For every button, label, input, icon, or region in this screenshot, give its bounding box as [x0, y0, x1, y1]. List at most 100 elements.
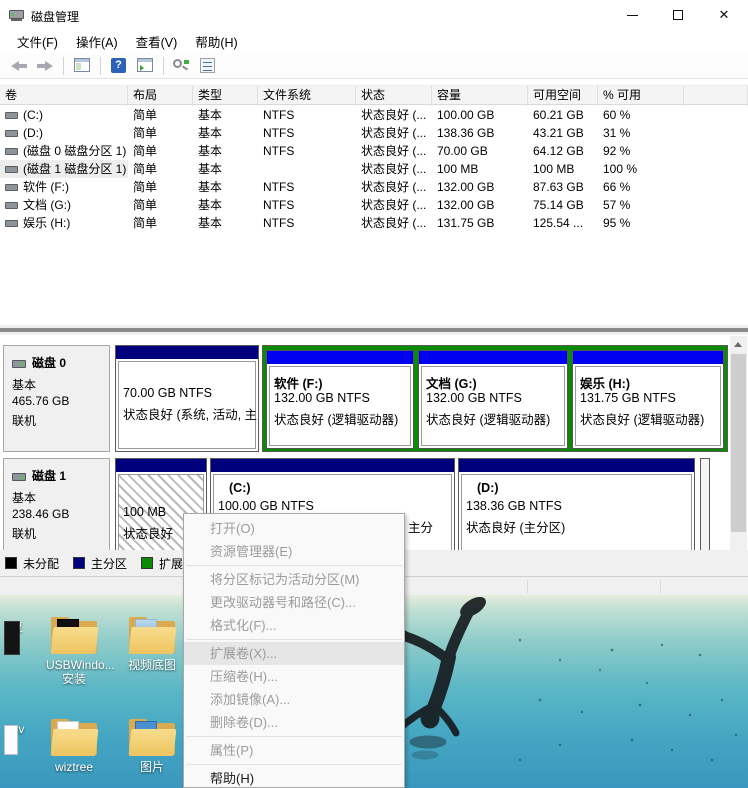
close-button[interactable]: ✕ — [701, 0, 747, 30]
menu-item-mark-active[interactable]: 将分区标记为活动分区(M) — [184, 568, 404, 591]
menu-file[interactable]: 文件(F) — [8, 29, 67, 54]
logical-drive-bar — [267, 351, 413, 364]
desktop-icon-wiztree[interactable]: wiztree — [46, 719, 102, 774]
menu-item-add-mirror[interactable]: 添加镜像(A)... — [184, 688, 404, 711]
primary-partition-bar — [211, 459, 454, 472]
document-icon — [4, 725, 18, 755]
menu-item-open[interactable]: 打开(O) — [184, 517, 404, 540]
toolbar-separator — [100, 57, 101, 75]
menu-item-extend-volume[interactable]: 扩展卷(X)... — [184, 642, 404, 665]
menu-item-format[interactable]: 格式化(F)... — [184, 614, 404, 637]
menu-item-shrink-volume[interactable]: 压缩卷(H)... — [184, 665, 404, 688]
menu-bar: 文件(F) 操作(A) 查看(V) 帮助(H) — [0, 30, 748, 53]
table-row-f[interactable]: 软件 (F:) 简单基本 NTFS状态良好 (... 132.00 GB87.6… — [0, 178, 748, 196]
partition-f[interactable]: 软件 (F:) 132.00 GB NTFS 状态良好 (逻辑驱动器) — [266, 350, 414, 449]
desktop-icon-label: 视频底图 — [124, 658, 180, 672]
console-tree-icon[interactable] — [71, 56, 93, 76]
desktop-icon-label: wiztree — [46, 760, 102, 774]
back-icon[interactable] — [8, 56, 30, 76]
table-row-g[interactable]: 文档 (G:) 简单基本 NTFS状态良好 (... 132.00 GB75.1… — [0, 196, 748, 214]
partition-context-menu: 打开(O) 资源管理器(E) 将分区标记为活动分区(M) 更改驱动器号和路径(C… — [183, 513, 405, 788]
logical-drive-bar — [419, 351, 567, 364]
desktop-icon-partial-left-1[interactable]: 复 — [0, 617, 36, 634]
extended-partition-frame: 软件 (F:) 132.00 GB NTFS 状态良好 (逻辑驱动器) 文档 (… — [262, 345, 728, 452]
volume-icon — [5, 220, 18, 227]
column-empty — [684, 86, 748, 106]
disk0-info-panel[interactable]: 磁盘 0 基本 465.76 GB 联机 — [3, 345, 110, 452]
column-status[interactable]: 状态 — [356, 86, 432, 106]
toolbar-separator — [163, 57, 164, 75]
desktop-icon-partial-left-2[interactable]: ecv — [0, 719, 32, 736]
minimize-button[interactable] — [609, 0, 655, 30]
graphical-view-scrollbar[interactable] — [730, 336, 747, 570]
folder-icon — [51, 617, 97, 655]
launch-console-icon[interactable] — [171, 56, 193, 76]
table-row-c[interactable]: (C:) 简单基本 NTFS状态良好 (... 100.00 GB60.21 G… — [0, 106, 748, 124]
status-fragment: , 主分 — [401, 517, 433, 536]
menu-item-help[interactable]: 帮助(H) — [184, 767, 404, 788]
menu-separator — [186, 764, 402, 765]
window-title: 磁盘管理 — [31, 8, 79, 25]
toolbar-separator — [63, 57, 64, 75]
logical-drive-bar — [573, 351, 723, 364]
table-row-disk1-part1-selected[interactable]: (磁盘 1 磁盘分区 1) 简单基本 状态良好 (... 100 MB100 M… — [0, 160, 748, 178]
menu-action[interactable]: 操作(A) — [67, 29, 127, 54]
volume-icon — [5, 184, 18, 191]
column-layout[interactable]: 布局 — [128, 86, 193, 106]
menu-item-explorer[interactable]: 资源管理器(E) — [184, 540, 404, 563]
toolbar: ? — [0, 53, 748, 79]
title-bar[interactable]: 磁盘管理 ✕ — [0, 0, 748, 30]
menu-item-properties[interactable]: 属性(P) — [184, 739, 404, 762]
pane-splitter[interactable] — [0, 325, 748, 335]
desktop-icon-usbwindow[interactable]: USBWindo... 安装 — [46, 617, 102, 686]
desktop-icon-label-line2: 安装 — [46, 672, 102, 686]
volume-icon — [5, 166, 18, 173]
folder-icon — [51, 719, 97, 757]
desktop-icon-label: 图片 — [124, 760, 180, 774]
column-pct-free[interactable]: % 可用 — [598, 86, 684, 106]
partition-g[interactable]: 文档 (G:) 132.00 GB NTFS 状态良好 (逻辑驱动器) — [418, 350, 568, 449]
minimize-icon — [627, 15, 638, 16]
primary-partition-bar — [116, 346, 258, 359]
column-capacity[interactable]: 容量 — [432, 86, 528, 106]
scrollbar-thumb[interactable] — [731, 354, 746, 532]
maximize-button[interactable] — [655, 0, 701, 30]
column-type[interactable]: 类型 — [193, 86, 258, 106]
desktop-icon-pictures[interactable]: 图片 — [124, 719, 180, 774]
menu-help[interactable]: 帮助(H) — [186, 29, 246, 54]
menu-item-delete-volume[interactable]: 删除卷(D)... — [184, 711, 404, 734]
legend-label: 主分区 — [91, 555, 127, 572]
screen: 复 USBWindo... 安装 视频底图 ecv — [0, 0, 748, 788]
menu-view[interactable]: 查看(V) — [127, 29, 187, 54]
volume-icon — [5, 112, 18, 119]
table-row-d[interactable]: (D:) 简单基本 NTFS状态良好 (... 138.36 GB43.21 G… — [0, 124, 748, 142]
disk-management-app-icon — [9, 7, 25, 23]
menu-separator — [186, 565, 402, 566]
properties-checklist-icon[interactable] — [197, 56, 219, 76]
primary-partition-bar — [459, 459, 694, 472]
folder-icon — [129, 719, 175, 757]
menu-separator — [186, 736, 402, 737]
column-filesystem[interactable]: 文件系统 — [258, 86, 356, 106]
column-volume[interactable]: 卷 — [0, 86, 128, 106]
legend-swatch-extended — [141, 557, 153, 569]
menu-separator — [186, 639, 402, 640]
partition-disk0-system[interactable]: 70.00 GB NTFS 状态良好 (系统, 活动, 主 — [115, 345, 259, 452]
column-free-space[interactable]: 可用空间 — [528, 86, 598, 106]
water-speckles — [519, 639, 738, 762]
scroll-up-button[interactable] — [730, 336, 747, 353]
volume-icon — [5, 202, 18, 209]
help-icon[interactable]: ? — [108, 56, 130, 76]
volume-icon — [5, 130, 18, 137]
volume-icon — [5, 148, 18, 155]
maximize-icon — [673, 10, 683, 20]
disk-management-window: 磁盘管理 ✕ 文件(F) 操作(A) 查看(V) 帮助(H) ? — [0, 0, 748, 595]
dark-app-icon — [4, 621, 20, 655]
menu-item-change-letter[interactable]: 更改驱动器号和路径(C)... — [184, 591, 404, 614]
desktop-icon-video-bg[interactable]: 视频底图 — [124, 617, 180, 672]
table-row-disk0-part1[interactable]: (磁盘 0 磁盘分区 1) 简单基本 NTFS状态良好 (... 70.00 G… — [0, 142, 748, 160]
table-row-h[interactable]: 娱乐 (H:) 简单基本 NTFS状态良好 (... 131.75 GB125.… — [0, 214, 748, 232]
forward-icon[interactable] — [34, 56, 56, 76]
action-pane-icon[interactable] — [134, 56, 156, 76]
partition-h[interactable]: 娱乐 (H:) 131.75 GB NTFS 状态良好 (逻辑驱动器) — [572, 350, 724, 449]
